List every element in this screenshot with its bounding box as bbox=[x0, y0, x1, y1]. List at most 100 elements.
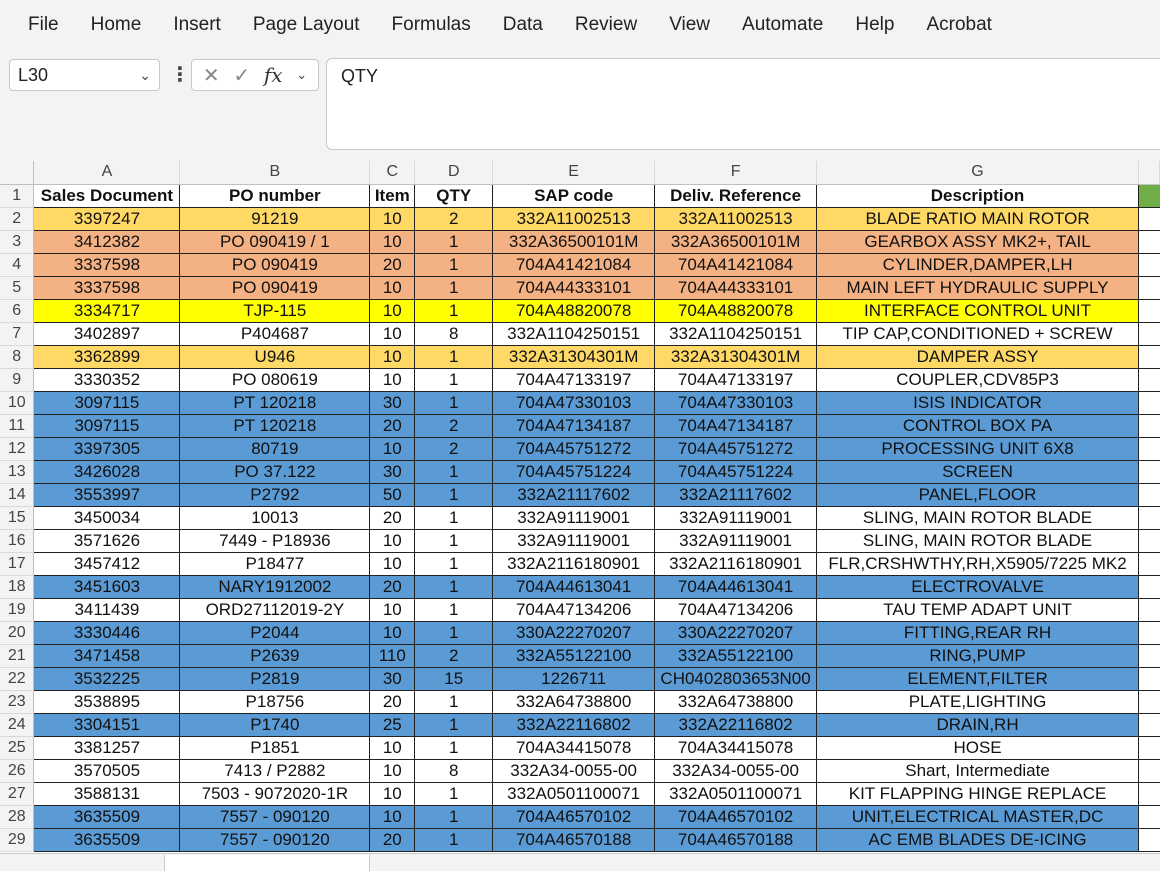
cell[interactable] bbox=[1138, 506, 1160, 530]
cell[interactable]: PROCESSING UNIT 6X8 bbox=[816, 437, 1139, 461]
cell[interactable] bbox=[1138, 621, 1160, 645]
cell[interactable]: 10 bbox=[369, 368, 416, 392]
cell[interactable]: 332A21117602 bbox=[492, 483, 656, 507]
row-header[interactable]: 3 bbox=[0, 230, 35, 254]
name-box[interactable]: L30 ⌄ bbox=[9, 59, 160, 91]
column-header-b[interactable]: B bbox=[179, 161, 371, 185]
cell[interactable]: 1 bbox=[414, 690, 494, 714]
cell[interactable]: 704A48820078 bbox=[654, 299, 818, 323]
cell[interactable]: 332A22116802 bbox=[492, 713, 656, 737]
column-header-e[interactable]: E bbox=[492, 161, 656, 185]
cell[interactable]: 10 bbox=[369, 621, 416, 645]
header-cell[interactable]: SAP code bbox=[492, 184, 656, 208]
cell[interactable]: 332A22116802 bbox=[654, 713, 818, 737]
row-header[interactable]: 9 bbox=[0, 368, 35, 392]
cell[interactable]: 3553997 bbox=[33, 483, 181, 507]
cell[interactable]: Shart, Intermediate bbox=[816, 759, 1139, 783]
select-all-corner[interactable] bbox=[0, 161, 35, 185]
cell[interactable]: 1 bbox=[414, 506, 494, 530]
cell[interactable]: 3411439 bbox=[33, 598, 181, 622]
cell[interactable]: P18477 bbox=[179, 552, 371, 576]
cell[interactable]: 3097115 bbox=[33, 414, 181, 438]
column-header-g[interactable]: G bbox=[816, 161, 1139, 185]
cell[interactable]: ELEMENT,FILTER bbox=[816, 667, 1139, 691]
cell[interactable]: 15 bbox=[414, 667, 494, 691]
row-header[interactable]: 19 bbox=[0, 598, 35, 622]
menu-review[interactable]: Review bbox=[559, 0, 653, 50]
cell[interactable]: ISIS INDICATOR bbox=[816, 391, 1139, 415]
cell[interactable]: 704A47134206 bbox=[492, 598, 656, 622]
cell[interactable]: 332A64738800 bbox=[654, 690, 818, 714]
cell[interactable]: 332A55122100 bbox=[492, 644, 656, 668]
cell[interactable] bbox=[1138, 483, 1160, 507]
cell[interactable]: 1 bbox=[414, 575, 494, 599]
cell[interactable] bbox=[1138, 276, 1160, 300]
cell[interactable]: 20 bbox=[369, 828, 416, 852]
confirm-icon[interactable]: ✓ bbox=[233, 63, 250, 88]
cell[interactable]: U946 bbox=[179, 345, 371, 369]
cell[interactable]: PO 090419 / 1 bbox=[179, 230, 371, 254]
cell[interactable]: 1 bbox=[414, 621, 494, 645]
cell[interactable]: SLING, MAIN ROTOR BLADE bbox=[816, 529, 1139, 553]
row-header[interactable]: 20 bbox=[0, 621, 35, 645]
cell[interactable]: 3635509 bbox=[33, 828, 181, 852]
cell[interactable]: 50 bbox=[369, 483, 416, 507]
cell[interactable]: 332A2116180901 bbox=[654, 552, 818, 576]
cell[interactable]: 2 bbox=[414, 414, 494, 438]
cell[interactable]: 30 bbox=[369, 667, 416, 691]
cell[interactable]: CONTROL BOX PA bbox=[816, 414, 1139, 438]
active-sheet-tab[interactable] bbox=[164, 855, 370, 871]
cell[interactable]: 7557 - 090120 bbox=[179, 828, 371, 852]
column-header-f[interactable]: F bbox=[654, 161, 818, 185]
cell[interactable]: P404687 bbox=[179, 322, 371, 346]
cell[interactable]: 10 bbox=[369, 207, 416, 231]
row-header[interactable]: 4 bbox=[0, 253, 35, 277]
cell[interactable]: 332A21117602 bbox=[654, 483, 818, 507]
cell[interactable]: 3362899 bbox=[33, 345, 181, 369]
cell[interactable]: 332A0501100071 bbox=[654, 782, 818, 806]
cell[interactable]: 704A46570102 bbox=[654, 805, 818, 829]
cell[interactable]: 10 bbox=[369, 276, 416, 300]
cell[interactable]: FLR,CRSHWTHY,RH,X5905/7225 MK2 bbox=[816, 552, 1139, 576]
cell[interactable]: 3304151 bbox=[33, 713, 181, 737]
cell[interactable]: 20 bbox=[369, 575, 416, 599]
cell[interactable]: 1 bbox=[414, 529, 494, 553]
cell[interactable]: 3097115 bbox=[33, 391, 181, 415]
cell[interactable]: SCREEN bbox=[816, 460, 1139, 484]
cell[interactable]: 332A91119001 bbox=[654, 506, 818, 530]
cell[interactable]: 1 bbox=[414, 460, 494, 484]
header-cell[interactable]: PO number bbox=[179, 184, 371, 208]
cell[interactable]: 3450034 bbox=[33, 506, 181, 530]
cell[interactable] bbox=[1138, 207, 1160, 231]
cell[interactable]: 3397305 bbox=[33, 437, 181, 461]
menu-acrobat[interactable]: Acrobat bbox=[910, 0, 1007, 50]
row-header[interactable]: 7 bbox=[0, 322, 35, 346]
row-header[interactable]: 2 bbox=[0, 207, 35, 231]
cell[interactable]: 2 bbox=[414, 207, 494, 231]
menu-help[interactable]: Help bbox=[839, 0, 910, 50]
row-header[interactable]: 12 bbox=[0, 437, 35, 461]
cell[interactable]: AC EMB BLADES DE-ICING bbox=[816, 828, 1139, 852]
cell[interactable]: 1 bbox=[414, 276, 494, 300]
cell[interactable]: TAU TEMP ADAPT UNIT bbox=[816, 598, 1139, 622]
cell[interactable]: 332A55122100 bbox=[654, 644, 818, 668]
cell[interactable]: 332A0501100071 bbox=[492, 782, 656, 806]
cell[interactable]: KIT FLAPPING HINGE REPLACE bbox=[816, 782, 1139, 806]
cell[interactable]: 704A41421084 bbox=[654, 253, 818, 277]
cell[interactable]: PLATE,LIGHTING bbox=[816, 690, 1139, 714]
cell[interactable]: P2044 bbox=[179, 621, 371, 645]
row-header[interactable]: 11 bbox=[0, 414, 35, 438]
cell[interactable]: BLADE RATIO MAIN ROTOR bbox=[816, 207, 1139, 231]
cell[interactable] bbox=[1138, 230, 1160, 254]
row-header[interactable]: 13 bbox=[0, 460, 35, 484]
cell[interactable] bbox=[1138, 529, 1160, 553]
cell[interactable]: 10013 bbox=[179, 506, 371, 530]
cell[interactable] bbox=[1138, 368, 1160, 392]
cell[interactable]: INTERFACE CONTROL UNIT bbox=[816, 299, 1139, 323]
cell[interactable]: 10 bbox=[369, 759, 416, 783]
cell[interactable] bbox=[1138, 736, 1160, 760]
cell[interactable]: 8 bbox=[414, 322, 494, 346]
cell[interactable]: TIP CAP,CONDITIONED + SCREW bbox=[816, 322, 1139, 346]
cell[interactable]: 332A1104250151 bbox=[492, 322, 656, 346]
cell[interactable]: 1 bbox=[414, 552, 494, 576]
